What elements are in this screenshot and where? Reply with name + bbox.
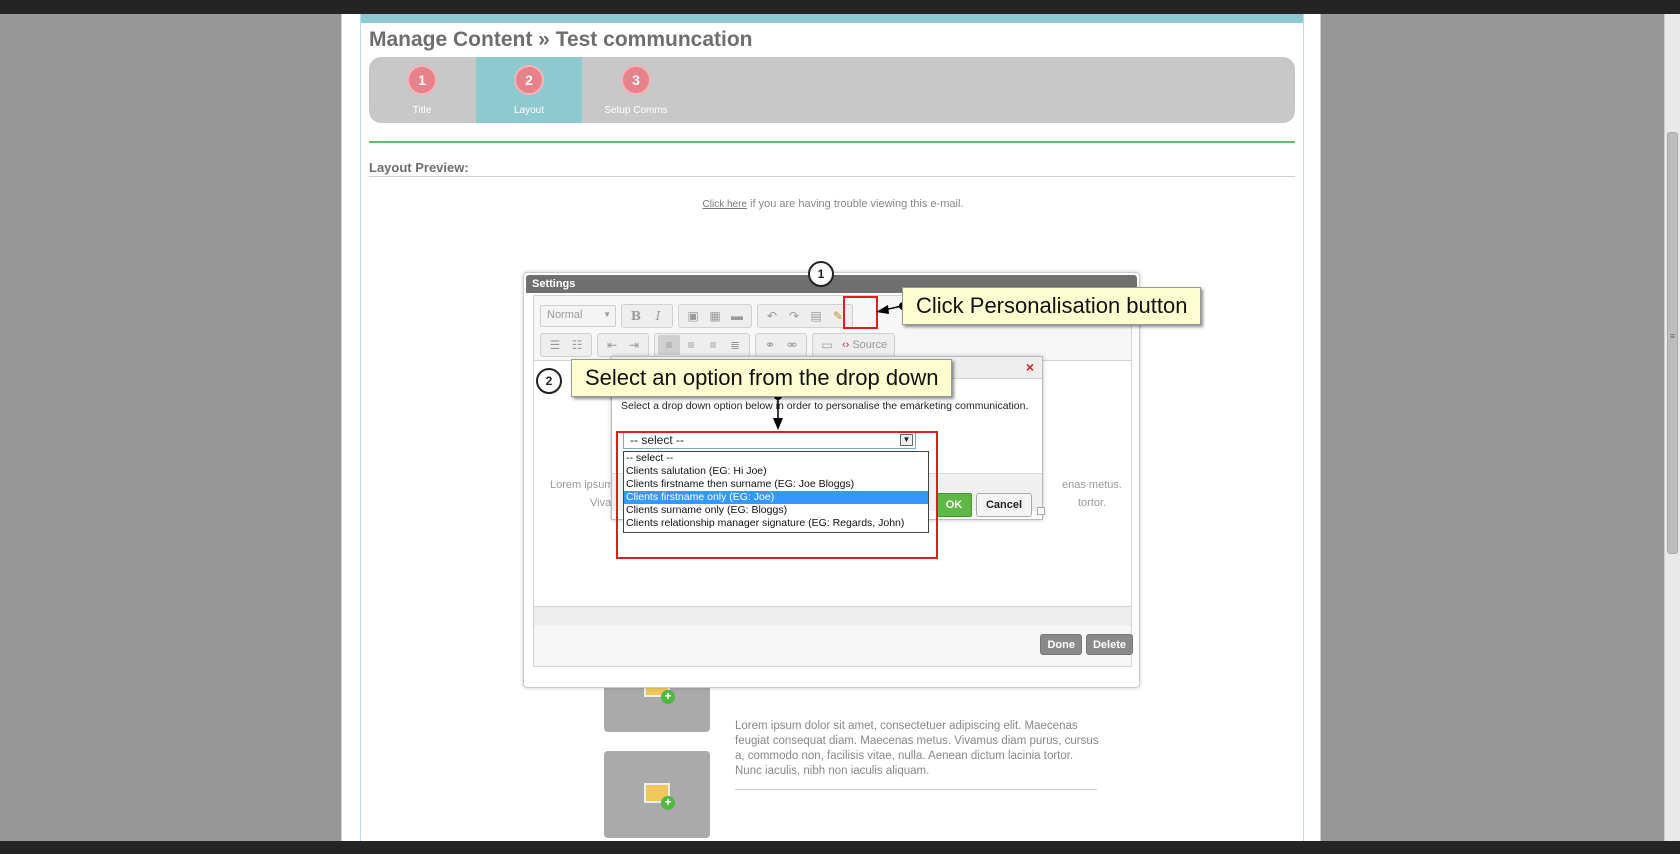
arrow-head-1 — [876, 305, 889, 314]
annotation-arrows — [773, 302, 907, 430]
callout-select-option: Select an option from the drop down — [571, 359, 953, 397]
callout-personalisation: Click Personalisation button — [902, 287, 1202, 325]
arrow-head-2 — [773, 418, 783, 430]
